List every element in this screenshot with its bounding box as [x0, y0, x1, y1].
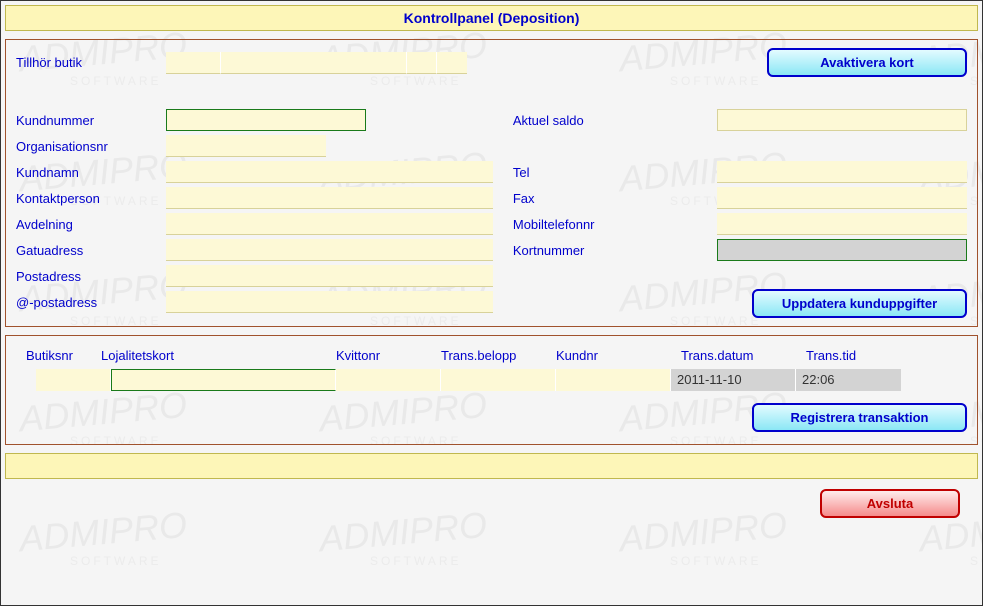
butik-extra1-field[interactable] [407, 52, 437, 74]
panel-title: Kontrollpanel (Deposition) [5, 5, 978, 31]
customer-section: Tillhör butik Avaktivera kort Kundnummer… [5, 39, 978, 327]
label-kundnamn: Kundnamn [16, 162, 166, 183]
butik-fields-group [166, 52, 467, 74]
cell-kundnr[interactable] [556, 369, 671, 391]
cell-kvittonr[interactable] [336, 369, 441, 391]
label-kundnummer: Kundnummer [16, 110, 166, 131]
kontaktperson-field[interactable] [166, 187, 493, 209]
header-butiksnr: Butiksnr [26, 348, 101, 363]
label-kontaktperson: Kontaktperson [16, 188, 166, 209]
label-tel: Tel [513, 162, 623, 183]
cell-trans-datum[interactable]: 2011-11-10 [671, 369, 796, 391]
label-fax: Fax [513, 188, 623, 209]
status-bar [5, 453, 978, 479]
header-lojalitetskort: Lojalitetskort [101, 348, 336, 363]
epostadress-field[interactable] [166, 291, 493, 313]
gatuadress-field[interactable] [166, 239, 493, 261]
label-aktuel-saldo: Aktuel saldo [513, 110, 623, 131]
label-postadress: Postadress [16, 266, 166, 287]
aktuel-saldo-field[interactable] [717, 109, 967, 131]
label-epostadress: @-postadress [16, 292, 166, 313]
header-trans-tid: Trans.tid [806, 348, 906, 363]
label-mobiltelefonnr: Mobiltelefonnr [513, 214, 623, 235]
header-kundnr: Kundnr [556, 348, 681, 363]
cell-butiksnr[interactable] [36, 369, 111, 391]
header-kvittonr: Kvittonr [336, 348, 441, 363]
avsluta-button[interactable]: Avsluta [820, 489, 960, 518]
avdelning-field[interactable] [166, 213, 493, 235]
mobiltelefonnr-field[interactable] [717, 213, 967, 235]
tel-field[interactable] [717, 161, 967, 183]
postadress-field[interactable] [166, 265, 493, 287]
label-kortnummer: Kortnummer [513, 240, 623, 261]
organisationsnr-field[interactable] [166, 135, 326, 157]
uppdatera-kunduppgifter-button[interactable]: Uppdatera kunduppgifter [752, 289, 967, 318]
window: Kontrollpanel (Deposition) Tillhör butik… [0, 0, 983, 606]
transaction-section: Butiksnr Lojalitetskort Kvittonr Trans.b… [5, 335, 978, 445]
cell-lojalitetskort[interactable] [111, 369, 336, 391]
kortnummer-field[interactable] [717, 239, 967, 261]
butik-extra2-field[interactable] [437, 52, 467, 74]
header-trans-belopp: Trans.belopp [441, 348, 556, 363]
butik-code-field[interactable] [166, 52, 221, 74]
transaction-headers: Butiksnr Lojalitetskort Kvittonr Trans.b… [16, 344, 967, 369]
transaction-row: 2011-11-10 22:06 [16, 369, 967, 391]
fax-field[interactable] [717, 187, 967, 209]
cell-trans-tid[interactable]: 22:06 [796, 369, 901, 391]
cell-trans-belopp[interactable] [441, 369, 556, 391]
label-tillhor-butik: Tillhör butik [16, 52, 166, 73]
label-organisationsnr: Organisationsnr [16, 136, 166, 157]
butik-name-field[interactable] [221, 52, 407, 74]
header-trans-datum: Trans.datum [681, 348, 806, 363]
kundnummer-field[interactable] [166, 109, 366, 131]
kundnamn-field[interactable] [166, 161, 493, 183]
avaktivera-kort-button[interactable]: Avaktivera kort [767, 48, 967, 77]
label-avdelning: Avdelning [16, 214, 166, 235]
registrera-transaktion-button[interactable]: Registrera transaktion [752, 403, 967, 432]
label-gatuadress: Gatuadress [16, 240, 166, 261]
